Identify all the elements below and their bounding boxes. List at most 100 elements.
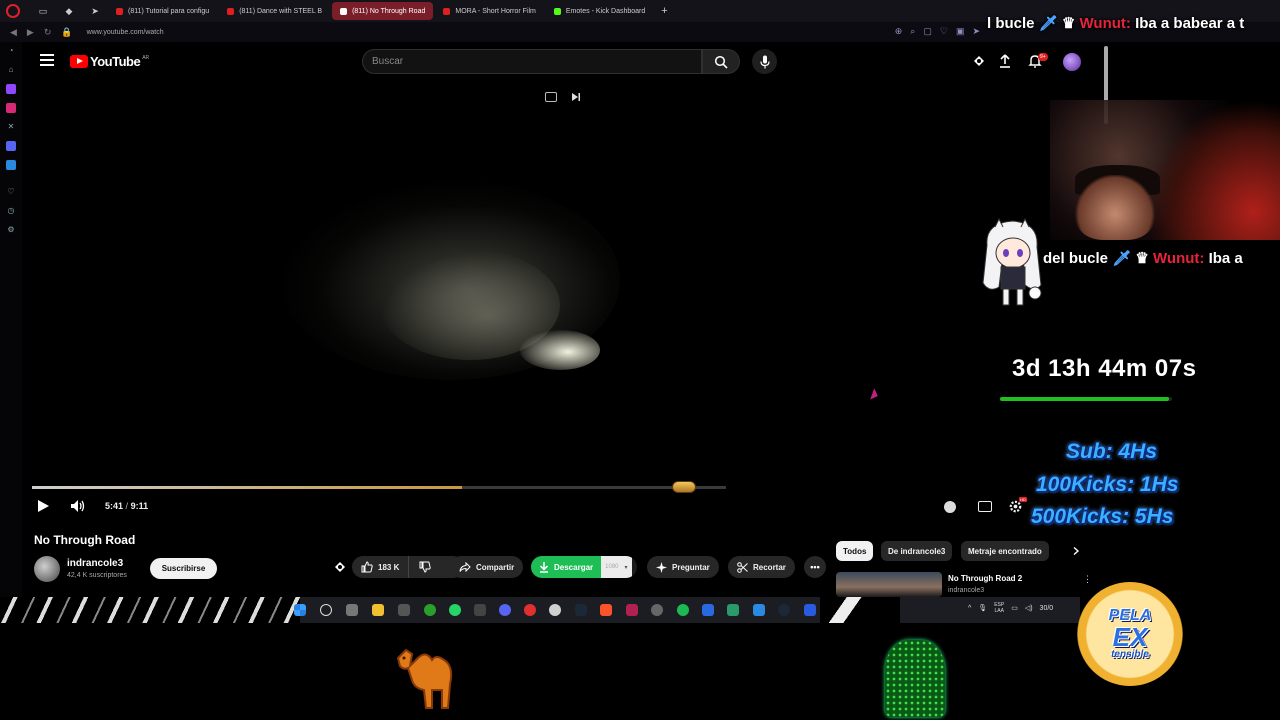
more-actions-button[interactable]: ••• — [804, 556, 826, 578]
browser-tab[interactable]: Emotes - Kick Dashboard — [546, 2, 653, 20]
steam-icon[interactable] — [575, 604, 587, 616]
recommended-thumbnail[interactable] — [836, 572, 942, 597]
whatsapp-icon[interactable] — [449, 604, 461, 616]
video-frame-highlight — [520, 330, 600, 370]
discord-icon[interactable] — [6, 141, 16, 151]
upload-icon[interactable] — [998, 54, 1012, 68]
app-icon[interactable] — [804, 604, 816, 616]
hotdog-scrubber-handle[interactable] — [672, 481, 696, 493]
microphone-icon — [759, 55, 770, 68]
chevron-right-icon[interactable] — [1072, 547, 1080, 555]
pinned-tab-icon[interactable]: ◆ — [64, 6, 74, 16]
recommended-channel[interactable]: indrancole3 — [948, 587, 984, 594]
browser-tab[interactable]: MORA - Short Horror Film — [435, 2, 544, 20]
steam-icon[interactable] — [778, 604, 790, 616]
language-indicator[interactable]: ESP LAA — [994, 602, 1004, 614]
streamer-logo: PELA EX tensible — [1077, 582, 1183, 686]
chat-overlay-line: del bucle 🗡 ♛ Wunut: Iba a — [1043, 250, 1243, 267]
speaker-icon[interactable]: ◁) — [1025, 604, 1033, 612]
channel-name[interactable]: indrancole3 — [67, 558, 123, 569]
tab-grid-icon[interactable]: ▭ — [38, 6, 48, 16]
task-view-icon[interactable] — [346, 604, 358, 616]
history-icon[interactable]: ◷ — [6, 206, 16, 216]
app-icon[interactable] — [753, 604, 765, 616]
search-icon[interactable] — [320, 604, 332, 616]
like-button[interactable]: 183 K — [352, 556, 410, 578]
voice-search-button[interactable] — [752, 49, 777, 74]
new-tab-button[interactable]: + — [661, 5, 667, 17]
opera-logo[interactable] — [6, 4, 20, 18]
ask-button[interactable]: Preguntar — [647, 556, 719, 578]
monitor-icon[interactable]: ▭ — [1011, 604, 1018, 612]
discord-icon[interactable] — [499, 604, 511, 616]
sparkle-icon — [656, 561, 667, 573]
heart-icon[interactable]: ♡ — [6, 187, 16, 197]
recommended-title[interactable]: No Through Road 2 — [948, 574, 1022, 583]
reload-icon[interactable]: ↻ — [44, 27, 52, 38]
create-icon[interactable] — [972, 54, 986, 68]
anime-girl-sticker — [982, 217, 1042, 306]
forward-icon[interactable]: ▶ — [27, 27, 34, 38]
pinned-tab-icon[interactable]: ➤ — [90, 6, 100, 16]
download-quality-select[interactable]: 1080 ▾ — [601, 556, 632, 578]
search-box — [362, 49, 702, 74]
snapshot-icon[interactable]: ▢ — [923, 26, 932, 37]
volume-icon[interactable] — [70, 499, 86, 513]
hamburger-menu-icon[interactable] — [40, 54, 54, 68]
bookmark-icon[interactable]: ♡ — [940, 26, 948, 37]
opera-icon[interactable] — [524, 604, 536, 616]
subathon-goal: Sub: 4Hs — [1066, 440, 1158, 463]
hype-icon[interactable] — [333, 560, 347, 574]
dislike-button[interactable] — [409, 556, 441, 578]
subscribe-button[interactable]: Suscribirse — [150, 558, 217, 579]
app-icon[interactable] — [626, 604, 638, 616]
chevron-up-icon[interactable]: ^ — [968, 605, 971, 612]
twitch-icon[interactable] — [6, 84, 16, 94]
brave-icon[interactable] — [600, 604, 612, 616]
browser-tab-active[interactable]: (811) No Through Road — [332, 2, 434, 20]
send-icon[interactable]: ➤ — [972, 26, 980, 37]
back-icon[interactable]: ◀ — [10, 27, 17, 38]
search-input[interactable] — [363, 50, 701, 73]
app-icon[interactable] — [727, 604, 739, 616]
extensions-icon[interactable]: ▣ — [956, 26, 965, 37]
recommended-more-icon[interactable]: ⋮ — [1083, 574, 1092, 585]
settings-icon[interactable]: ⚙ — [6, 225, 16, 235]
x-twitter-icon[interactable]: ✕ — [6, 122, 16, 132]
play-button[interactable] — [38, 500, 49, 512]
messenger-icon[interactable] — [6, 160, 16, 170]
app-icon[interactable] — [474, 604, 486, 616]
obs-icon[interactable] — [549, 604, 561, 616]
aria-icon[interactable]: ◔ — [6, 46, 16, 56]
windows-start-icon[interactable] — [294, 604, 306, 616]
account-avatar[interactable] — [1063, 53, 1081, 71]
app-icon[interactable] — [398, 604, 410, 616]
zoom-icon[interactable]: ⊕ — [895, 26, 903, 37]
kick-favicon-icon — [553, 7, 561, 15]
xbox-icon[interactable] — [424, 604, 436, 616]
channel-avatar[interactable] — [34, 556, 60, 582]
url-field[interactable]: www.youtube.com/watch — [87, 29, 164, 36]
chip-from-channel[interactable]: De indrancole3 — [881, 541, 953, 561]
workspaces-icon[interactable]: ⌂ — [6, 65, 16, 75]
autoplay-toggle[interactable] — [944, 501, 956, 513]
download-group: Descargar 1080 ▾ — [531, 556, 637, 578]
spotify-icon[interactable] — [677, 604, 689, 616]
microphone-icon[interactable]: 🎙 — [978, 604, 987, 612]
app-icon[interactable] — [702, 604, 714, 616]
search-button[interactable] — [702, 49, 740, 74]
chip-found-footage[interactable]: Metraje encontrado — [961, 541, 1049, 561]
clip-button[interactable]: Recortar — [728, 556, 795, 578]
search-icon[interactable]: ⌕ — [910, 26, 915, 37]
instagram-icon[interactable] — [6, 103, 16, 113]
download-icon — [539, 561, 549, 573]
download-button[interactable]: Descargar — [531, 556, 602, 578]
chip-all[interactable]: Todos — [836, 541, 874, 561]
app-icon[interactable] — [651, 604, 663, 616]
youtube-logo[interactable]: YouTube AR — [70, 54, 149, 69]
browser-tab[interactable]: (811) Tutorial para configu — [108, 2, 217, 20]
share-button[interactable]: Compartir — [450, 556, 524, 578]
browser-tab[interactable]: (811) Dance with STEEL B — [219, 2, 330, 20]
file-explorer-icon[interactable] — [372, 604, 384, 616]
subtitles-icon[interactable] — [978, 501, 992, 512]
